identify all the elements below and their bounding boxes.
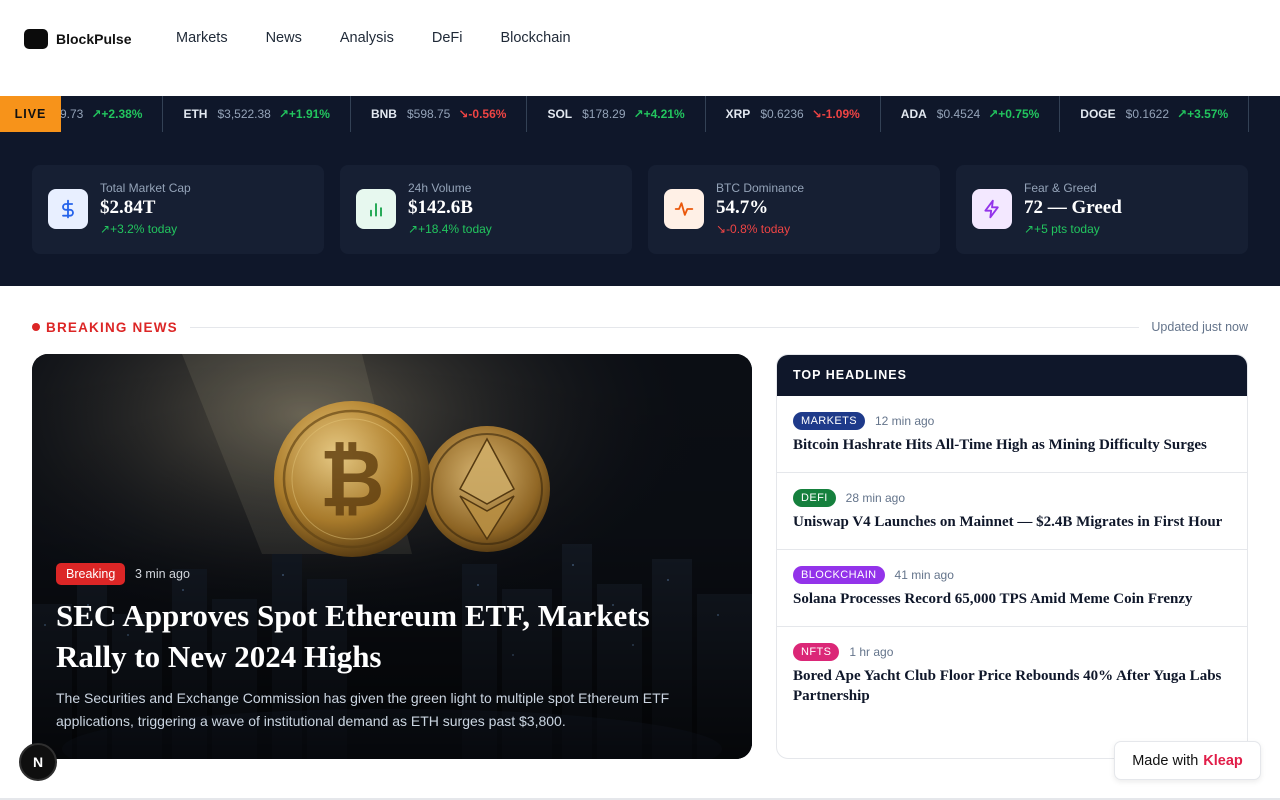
ticker-change: ↗+4.21% bbox=[633, 107, 685, 121]
ticker-price: $0.4524 bbox=[936, 107, 981, 121]
breaking-news-bar: BREAKING NEWS Updated just now bbox=[32, 318, 1248, 336]
category-tag[interactable]: MARKETS bbox=[793, 412, 865, 430]
ticker-item[interactable]: DOGE $0.1622 ↗+3.57% bbox=[1060, 96, 1250, 132]
ticker-item[interactable]: BNB $598.75 ↘-0.56% bbox=[351, 96, 528, 132]
nav-blockchain[interactable]: Blockchain bbox=[500, 30, 570, 46]
stat-card-btc-dominance: BTC Dominance 54.7% ↘-0.8% today bbox=[648, 165, 940, 254]
site-header: BlockPulse Markets News Analysis DeFi Bl… bbox=[0, 0, 1280, 96]
made-with-label: Made with bbox=[1132, 752, 1199, 769]
divider bbox=[189, 326, 1140, 328]
breaking-news-label: BREAKING NEWS bbox=[46, 319, 178, 335]
stat-label: 24h Volume bbox=[408, 181, 472, 195]
ticker-change: ↗+0.75% bbox=[988, 107, 1040, 121]
main-nav: Markets News Analysis DeFi Blockchain bbox=[176, 30, 571, 46]
logo-mark-icon bbox=[24, 29, 48, 49]
ticker-symbol: ADA bbox=[900, 107, 927, 121]
ticker-change: ↗+3.57% bbox=[1177, 107, 1229, 121]
logo[interactable]: BlockPulse bbox=[24, 29, 131, 49]
ticker-price: $0.6236 bbox=[760, 107, 804, 121]
ticker-change: ↘-0.56% bbox=[458, 107, 507, 121]
updated-status: Updated just now bbox=[1151, 320, 1248, 334]
headline-title[interactable]: Bored Ape Yacht Club Floor Price Rebound… bbox=[793, 666, 1231, 706]
stat-value: $2.84T bbox=[100, 197, 156, 218]
stat-value: 54.7% bbox=[716, 197, 769, 218]
nav-news[interactable]: News bbox=[266, 30, 302, 46]
kleap-brand: Kleap bbox=[1203, 752, 1243, 769]
ticker-change: ↗+2.38% bbox=[91, 107, 143, 121]
stat-card-fear-greed: Fear & Greed 72 — Greed ↗+5 pts today bbox=[956, 165, 1248, 254]
ticker-item[interactable]: ADA $0.4524 ↗+0.75% bbox=[881, 96, 1061, 132]
pulse-icon bbox=[664, 189, 704, 229]
ticker-item[interactable]: ETH $3,522.38 ↗+1.91% bbox=[163, 96, 351, 132]
hero-title[interactable]: SEC Approves Spot Ethereum ETF, Markets … bbox=[56, 595, 716, 677]
ticker-price: $3,522.38 bbox=[217, 107, 271, 121]
ticker-symbol: ETH bbox=[183, 107, 208, 121]
top-headlines-header: TOP HEADLINES bbox=[777, 355, 1247, 396]
stat-change: ↗+18.4% today bbox=[408, 222, 492, 236]
stat-label: Fear & Greed bbox=[1024, 181, 1097, 195]
ticker-change: ↘-1.09% bbox=[811, 107, 860, 121]
ticker-symbol: BNB bbox=[370, 107, 397, 121]
nav-defi[interactable]: DeFi bbox=[432, 30, 463, 46]
headline-time: 41 min ago bbox=[894, 568, 954, 582]
headline-item[interactable]: DEFI 28 min ago Uniswap V4 Launches on M… bbox=[777, 473, 1247, 550]
nav-markets[interactable]: Markets bbox=[176, 30, 228, 46]
made-with-kleap-badge[interactable]: Made with Kleap bbox=[1114, 741, 1261, 780]
stat-card-market-cap: Total Market Cap $2.84T ↗+3.2% today bbox=[32, 165, 324, 254]
dev-tools-button[interactable]: N bbox=[19, 743, 57, 781]
live-dot-icon bbox=[32, 323, 40, 331]
dollar-icon bbox=[48, 189, 88, 229]
ticker-item[interactable]: XRP $0.6236 ↘-1.09% bbox=[706, 96, 881, 132]
breaking-badge: Breaking bbox=[56, 563, 126, 585]
stat-card-volume: 24h Volume $142.6B ↗+18.4% today bbox=[340, 165, 632, 254]
stat-change: ↗+3.2% today bbox=[100, 222, 178, 236]
ticker-change: ↗+1.91% bbox=[278, 107, 330, 121]
headline-title[interactable]: Uniswap V4 Launches on Mainnet — $2.4B M… bbox=[793, 512, 1231, 532]
ticker-price: 9.73 bbox=[60, 107, 84, 121]
category-tag[interactable]: BLOCKCHAIN bbox=[793, 566, 885, 584]
stat-change: ↗+5 pts today bbox=[1024, 222, 1100, 236]
ticker-symbol: SOL bbox=[547, 107, 573, 121]
headline-item[interactable]: MARKETS 12 min ago Bitcoin Hashrate Hits… bbox=[777, 396, 1247, 473]
stat-value: $142.6B bbox=[408, 197, 473, 218]
stat-change: ↘-0.8% today bbox=[716, 222, 791, 236]
price-ticker: LIVE 9.73 ↗+2.38% ETH $3,522.38 ↗+1.91% … bbox=[0, 96, 1280, 132]
ticker-track: 9.73 ↗+2.38% ETH $3,522.38 ↗+1.91% BNB $… bbox=[60, 96, 1250, 132]
headline-item[interactable]: NFTS 1 hr ago Bored Ape Yacht Club Floor… bbox=[777, 627, 1247, 722]
hero-timestamp: 3 min ago bbox=[135, 567, 190, 581]
category-tag[interactable]: NFTS bbox=[793, 643, 840, 661]
ticker-item[interactable]: SOL $178.29 ↗+4.21% bbox=[527, 96, 706, 132]
lightning-icon bbox=[972, 189, 1012, 229]
ticker-price: $0.1622 bbox=[1125, 107, 1170, 121]
stat-label: Total Market Cap bbox=[100, 181, 191, 195]
category-tag[interactable]: DEFI bbox=[793, 489, 836, 507]
bar-chart-icon bbox=[356, 189, 396, 229]
hero-article[interactable]: ₿ Breaking 3 min ago SEC Approves Spot E… bbox=[32, 354, 752, 759]
headline-title[interactable]: Bitcoin Hashrate Hits All-Time High as M… bbox=[793, 435, 1231, 455]
ticker-symbol: XRP bbox=[725, 107, 751, 121]
top-headlines-panel: TOP HEADLINES MARKETS 12 min ago Bitcoin… bbox=[776, 354, 1248, 759]
headline-time: 28 min ago bbox=[845, 491, 906, 505]
stat-label: BTC Dominance bbox=[716, 181, 805, 195]
brand-name: BlockPulse bbox=[56, 31, 132, 47]
headline-title[interactable]: Solana Processes Record 65,000 TPS Amid … bbox=[793, 589, 1231, 609]
headline-time: 1 hr ago bbox=[849, 645, 894, 659]
hero-summary: The Securities and Exchange Commission h… bbox=[56, 690, 670, 729]
nav-analysis[interactable]: Analysis bbox=[340, 30, 394, 46]
ticker-symbol: DOGE bbox=[1080, 107, 1116, 121]
headline-time: 12 min ago bbox=[874, 414, 935, 428]
live-badge: LIVE bbox=[0, 96, 61, 132]
headline-item[interactable]: BLOCKCHAIN 41 min ago Solana Processes R… bbox=[777, 550, 1247, 627]
stat-value: 72 — Greed bbox=[1024, 197, 1122, 218]
ticker-price: $598.75 bbox=[406, 107, 451, 121]
market-stats: Total Market Cap $2.84T ↗+3.2% today 24h… bbox=[0, 132, 1280, 286]
ticker-item[interactable]: 9.73 ↗+2.38% bbox=[60, 96, 164, 132]
ticker-price: $178.29 bbox=[582, 107, 626, 121]
